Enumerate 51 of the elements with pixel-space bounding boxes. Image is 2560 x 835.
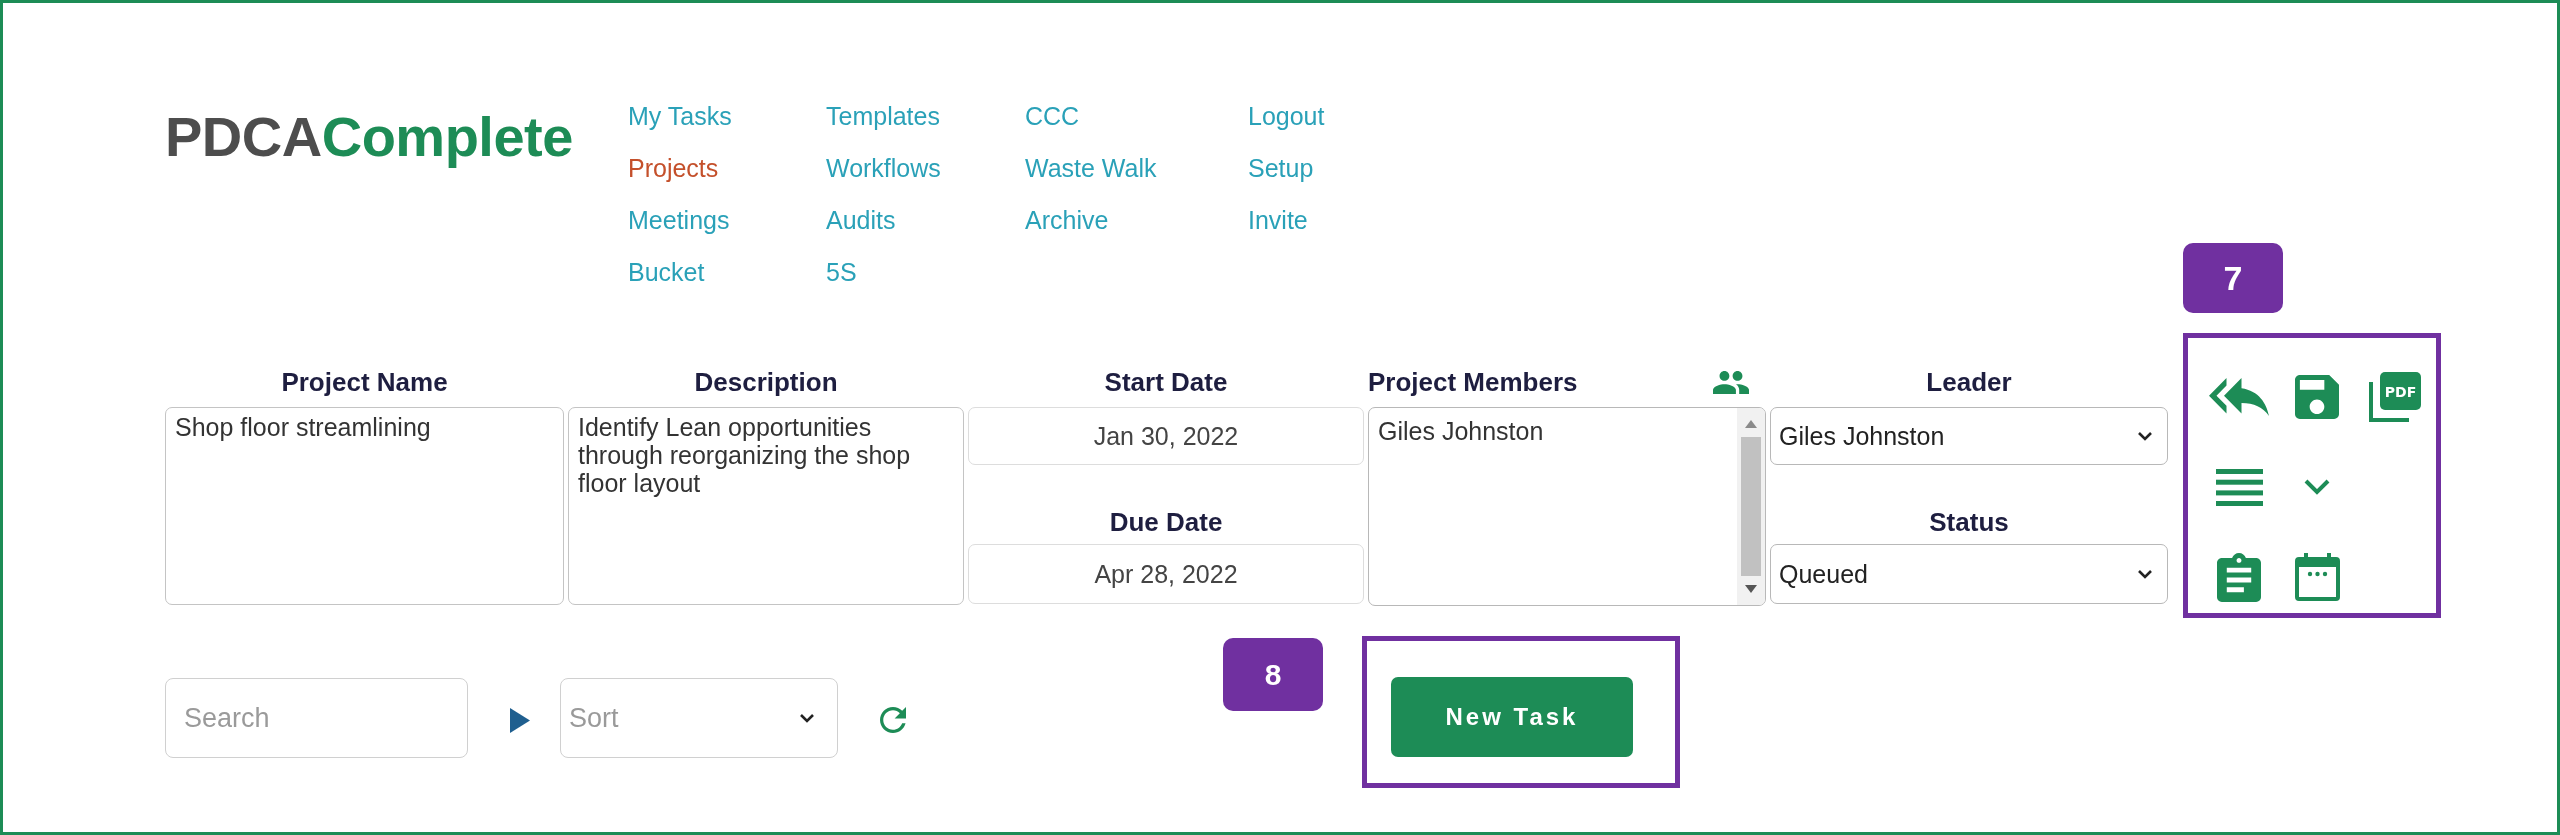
- reply-all-icon[interactable]: [2209, 378, 2269, 416]
- sort-select[interactable]: Sort: [560, 678, 838, 758]
- scrollbar[interactable]: [1737, 408, 1765, 605]
- description-field[interactable]: Identify Lean opportunities through reorganizing the shop floor layout: [568, 407, 964, 605]
- nav-link[interactable]: 5S: [826, 246, 857, 298]
- chevron-down-icon: [2137, 569, 2153, 579]
- up-arrow-icon[interactable]: [1745, 420, 1757, 428]
- people-icon[interactable]: [1713, 371, 1749, 394]
- nav-link[interactable]: Workflows: [826, 142, 941, 194]
- callout-badge: 8: [1223, 638, 1323, 711]
- nav-link[interactable]: CCC: [1025, 90, 1080, 142]
- field-label: Description: [694, 366, 838, 399]
- member-item[interactable]: Giles Johnston: [1378, 416, 1728, 446]
- members-list[interactable]: Giles Johnston: [1368, 407, 1766, 606]
- nav-link[interactable]: Meetings: [628, 194, 730, 246]
- leader-select[interactable]: Giles Johnston: [1770, 407, 2168, 465]
- search-field[interactable]: Search: [165, 678, 468, 758]
- nav-link[interactable]: Logout: [1248, 90, 1325, 142]
- play-icon[interactable]: [510, 708, 530, 733]
- nav-link[interactable]: Projects: [628, 142, 719, 194]
- new-task-button[interactable]: New Task: [1391, 677, 1633, 757]
- status-select[interactable]: Queued: [1770, 544, 2168, 604]
- field-label: Leader: [1926, 366, 2012, 399]
- clipboard-icon[interactable]: [2217, 552, 2261, 602]
- calendar-icon[interactable]: [2294, 553, 2340, 601]
- nav-link[interactable]: Bucket: [628, 246, 705, 298]
- refresh-icon[interactable]: [880, 706, 906, 734]
- nav-link[interactable]: Setup: [1248, 142, 1314, 194]
- field-label: Project Name: [281, 366, 448, 399]
- scrollbar-thumb[interactable]: [1741, 437, 1761, 576]
- field-label: Status: [1929, 506, 2009, 539]
- due-date-field[interactable]: Apr 28, 2022: [968, 544, 1364, 604]
- nav-link[interactable]: Waste Walk: [1025, 142, 1157, 194]
- logo: PDCAComplete: [165, 105, 574, 169]
- project-name-field[interactable]: Shop floor streamlining: [165, 407, 564, 605]
- chevron-down-icon: [2137, 431, 2153, 441]
- callout-badge: 7: [2183, 243, 2283, 313]
- field-label: Start Date: [1104, 366, 1228, 399]
- nav-link[interactable]: My Tasks: [628, 90, 732, 142]
- nav-link[interactable]: Archive: [1025, 194, 1109, 246]
- chevron-down-icon[interactable]: [2304, 479, 2330, 495]
- start-date-field[interactable]: Jan 30, 2022: [968, 407, 1364, 465]
- down-arrow-icon[interactable]: [1745, 585, 1757, 593]
- save-icon[interactable]: [2295, 375, 2339, 419]
- chevron-down-icon: [799, 713, 815, 723]
- field-label: Project Members: [1368, 366, 1578, 399]
- field-label: Due Date: [1109, 506, 1223, 539]
- list-icon[interactable]: [2215, 468, 2263, 506]
- nav-link[interactable]: Invite: [1248, 194, 1308, 246]
- nav-link[interactable]: Audits: [826, 194, 896, 246]
- nav-link[interactable]: Templates: [826, 90, 940, 142]
